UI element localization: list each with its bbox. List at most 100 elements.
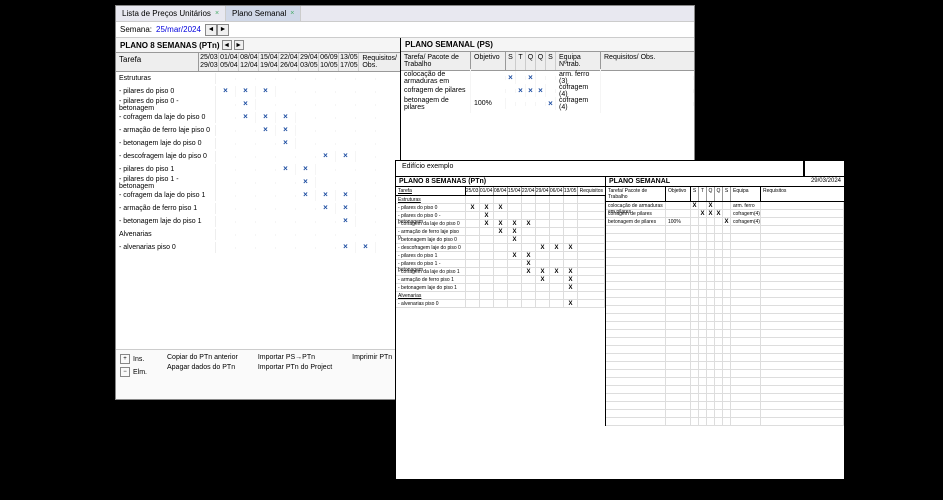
erase-ptn-button[interactable]: Apagar dados do PTn <box>167 364 238 371</box>
pv8-mark-cell <box>508 204 522 212</box>
plan8-mark-cell <box>216 156 236 158</box>
pv8-mark-cell <box>564 196 578 204</box>
preview-plan8: PLANO 8 SEMANAS (PTn) Tarefa 25/0301/040… <box>396 177 606 426</box>
plan8-prev-button[interactable]: ◄ <box>222 40 232 50</box>
pv8-task-cell: - armação de ferro piso 1 <box>396 276 466 284</box>
plan8-row[interactable]: - betonagem laje do piso 0× <box>116 137 400 150</box>
plan8-mark-cell <box>276 234 296 236</box>
ps-obj-header: Objetivo <box>471 52 506 70</box>
pv8-row: - armação de ferro laje piso 0XX <box>396 228 605 236</box>
plan8-mark-cell <box>276 182 296 184</box>
preview-header: Edifício exemplo <box>396 161 844 177</box>
pv8-req-cell <box>578 284 605 292</box>
pv8-req-cell <box>578 236 605 244</box>
ps-day-header: S <box>506 52 516 70</box>
delete-button[interactable]: − <box>120 367 130 377</box>
ps-day-header: S <box>546 52 556 70</box>
pv8-mark-cell <box>480 292 494 300</box>
pv8-mark-cell <box>508 300 522 308</box>
next-week-button[interactable]: ► <box>217 24 229 36</box>
pv8-date-header: 06/04 <box>550 187 564 195</box>
pvps-day-cell <box>707 218 715 226</box>
close-icon[interactable]: × <box>290 10 294 17</box>
copy-ptn-button[interactable]: Copiar do PTn anterior <box>167 354 238 361</box>
pv8-date-header: 22/04 <box>522 187 536 195</box>
tab-plano-semanal[interactable]: Plano Semanal × <box>226 6 301 21</box>
close-icon[interactable]: × <box>215 10 219 17</box>
ps-day-cell <box>536 76 546 80</box>
insert-button[interactable]: + <box>120 354 130 364</box>
plan8-mark-cell <box>296 78 316 80</box>
plan8-row[interactable]: - pilares do piso 0 - betonagem× <box>116 98 400 111</box>
plan8-mark-cell <box>216 117 236 119</box>
pv8-mark-cell: X <box>508 220 522 228</box>
plan8-row[interactable]: - cofragem da laje do piso 0××× <box>116 111 400 124</box>
pv8-task-cell: - pilares do piso 1 - betonagem <box>396 260 466 268</box>
pv8-mark-cell <box>494 196 508 204</box>
pvps-row: cofragem de pilaresXXXcofragem(4) <box>606 210 844 218</box>
pv8-mark-cell: X <box>564 284 578 292</box>
plan8-next-button[interactable]: ► <box>234 40 244 50</box>
ps-obj-cell <box>471 76 506 80</box>
pv8-mark-cell <box>564 252 578 260</box>
planPS-row[interactable]: betonagem de pilares100%×cofragem (4) <box>401 97 694 110</box>
ps-day-cell <box>536 102 546 106</box>
pv8-mark-cell <box>536 236 550 244</box>
pv8-mark-cell <box>550 276 564 284</box>
plan8-row[interactable]: - pilares do piso 1 - betonagem× <box>116 176 400 189</box>
pv8-mark-cell <box>508 212 522 220</box>
plan8-task-cell: - betonagem laje do piso 1 <box>116 216 216 227</box>
ps-day-header: T <box>516 52 526 70</box>
pv8-req-cell <box>578 196 605 204</box>
pvps-blank-row <box>606 298 844 306</box>
pv8-req-header: Requisitos <box>578 187 605 195</box>
pvps-day-cell <box>723 210 731 218</box>
ps-day-cell <box>506 89 516 93</box>
pvps-blank-row <box>606 330 844 338</box>
pvps-obj-cell <box>666 210 691 218</box>
plan8-req-header: Requisitos/ Obs. <box>359 53 400 71</box>
pv8-mark-cell <box>466 300 480 308</box>
pv8-mark-cell <box>564 260 578 268</box>
plan8-mark-cell: × <box>296 164 316 175</box>
pv8-mark-cell <box>536 284 550 292</box>
plan8-row[interactable]: - armação de ferro piso 1×× <box>116 202 400 215</box>
plan8-task-cell: - cofragem da laje do piso 0 <box>116 112 216 123</box>
plan8-mark-cell <box>316 247 336 249</box>
planPS-title: PLANO SEMANAL (PS) <box>401 38 694 52</box>
pv8-mark-cell <box>494 244 508 252</box>
plan8-mark-cell <box>216 130 236 132</box>
plan8-mark-cell <box>316 91 336 93</box>
ps-day-cell <box>546 76 556 80</box>
pv8-task-cell: - betonagem laje do piso 1 <box>396 284 466 292</box>
pv8-mark-cell <box>564 292 578 300</box>
plan8-title: PLANO 8 SEMANAS (PTn) <box>120 41 220 50</box>
tab-prices[interactable]: Lista de Preços Unitários × <box>116 6 226 21</box>
ps-req-cell <box>601 89 694 93</box>
plan8-req-cell <box>376 90 400 94</box>
print-ptn-button[interactable]: Imprimir PTn <box>352 354 392 361</box>
pvps-blank-row <box>606 410 844 418</box>
plan8-row[interactable]: Estruturas <box>116 72 400 85</box>
pvps-blank-row <box>606 266 844 274</box>
import-ps-button[interactable]: Importar PS→PTn <box>258 354 332 361</box>
planPS-row[interactable]: colocação de armaduras em××arm. ferro (3… <box>401 71 694 84</box>
plan8-row[interactable]: Alvenarias <box>116 228 400 241</box>
plan8-row[interactable]: - alvenarias piso 0×× <box>116 241 400 254</box>
pvps-blank-row <box>606 378 844 386</box>
ps-obj-cell <box>471 89 506 93</box>
import-project-button[interactable]: Importar PTn do Project <box>258 364 332 371</box>
pv8-date-header: 25/03 <box>466 187 480 195</box>
plan8-mark-cell <box>236 208 256 210</box>
pv8-req-cell <box>578 220 605 228</box>
plan8-row[interactable]: - armação de ferro laje piso 0×× <box>116 124 400 137</box>
plan8-row[interactable]: - descofragem laje do piso 0×× <box>116 150 400 163</box>
pv8-mark-cell <box>564 228 578 236</box>
pvps-eq-cell: cofragem(4) <box>731 218 761 226</box>
pv8-mark-cell: X <box>550 244 564 252</box>
plan8-row[interactable]: - cofragem da laje do piso 1××× <box>116 189 400 202</box>
pvps-blank-row <box>606 242 844 250</box>
prev-week-button[interactable]: ◄ <box>205 24 217 36</box>
pv8-task-cell: - armação de ferro laje piso 0 <box>396 228 466 236</box>
plan8-row[interactable]: - betonagem laje do piso 1× <box>116 215 400 228</box>
